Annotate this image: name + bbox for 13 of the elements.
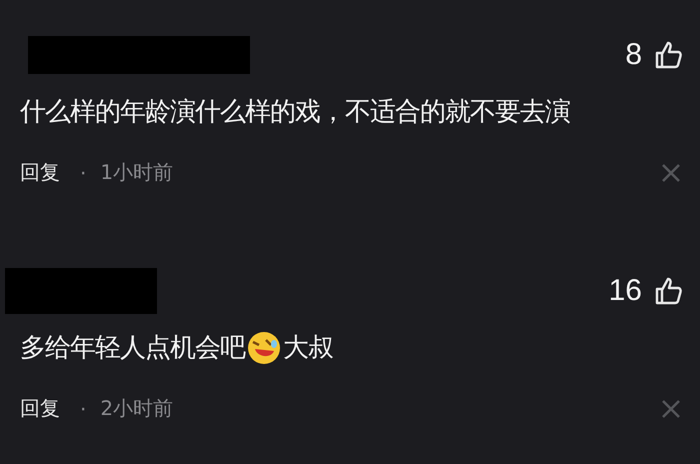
separator-dot: · (80, 396, 86, 420)
comment-text: 多给年轻人点机会吧 大叔 (20, 330, 684, 365)
reply-link[interactable]: 回复 (20, 395, 60, 422)
comment-time: 1小时前 (100, 159, 174, 186)
thumbs-up-icon[interactable] (654, 40, 684, 70)
separator-dot: · (80, 160, 86, 184)
laughing-emoji-icon (247, 330, 281, 364)
comment-time: 2小时前 (100, 395, 174, 422)
comment-text: 什么样的年龄演什么样的戏，不适合的就不要去演 (20, 96, 571, 129)
thumbs-up-icon[interactable] (654, 276, 684, 306)
like-count: 8 (625, 38, 642, 72)
reply-link[interactable]: 回复 (20, 159, 60, 186)
like-count: 16 (608, 274, 642, 308)
